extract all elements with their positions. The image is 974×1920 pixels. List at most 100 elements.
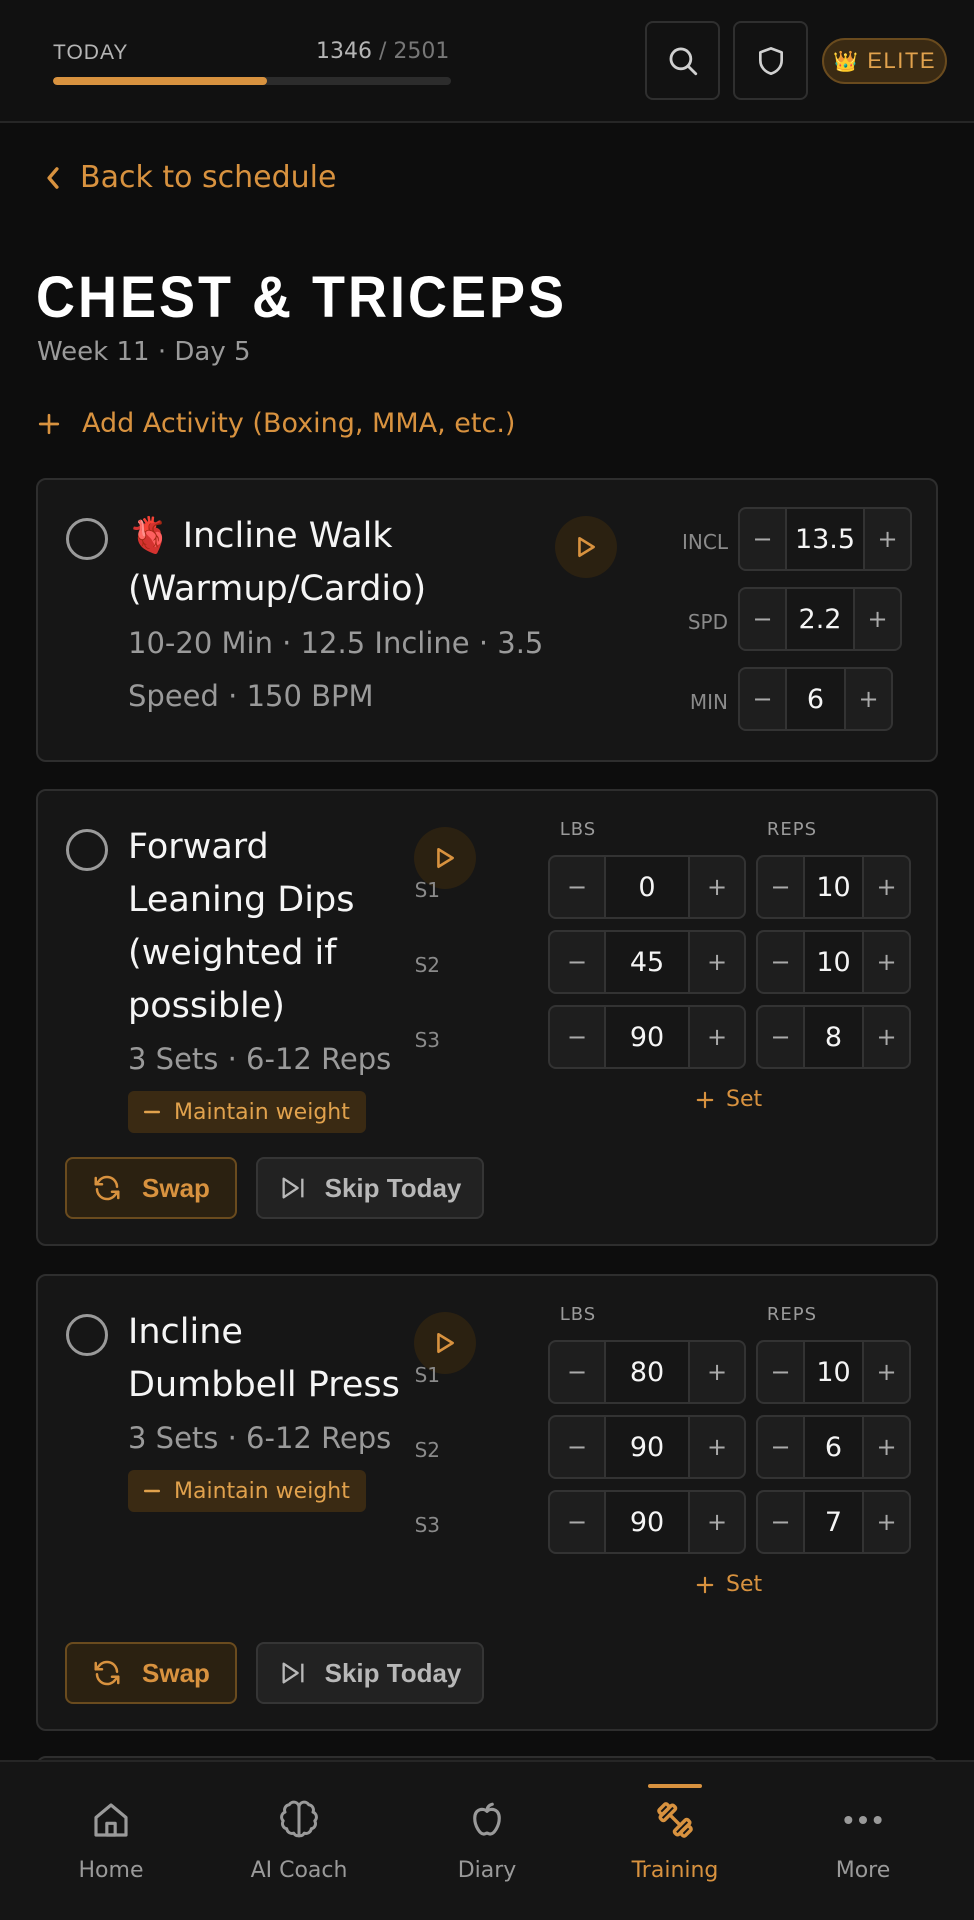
decrement-button[interactable]: − [550,1007,604,1067]
increment-button[interactable]: + [690,1342,744,1402]
set-label: S1 [414,878,440,902]
skip-forward-icon [282,1177,304,1199]
crown-icon: 👑 [832,50,860,73]
stepper-value[interactable]: 90 [604,1492,690,1552]
swap-icon [94,1660,120,1686]
exercise-card-incline-walk: 🫀 Incline Walk (Warmup/Cardio) 10-20 Min… [36,478,938,762]
decrement-button[interactable]: − [758,857,803,917]
exercise-meta: 10-20 Min · 12.5 Incline · 3.5 [128,626,544,660]
exercise-name-line: Dumbbell Press [128,1365,400,1405]
decrement-button[interactable]: − [550,857,604,917]
decrement-button[interactable]: − [758,1492,803,1552]
elite-badge[interactable]: 👑 ELITE [822,38,947,84]
increment-button[interactable]: + [864,857,909,917]
decrement-button[interactable]: − [740,509,785,569]
decrement-button[interactable]: − [740,669,785,729]
skip-today-button[interactable]: Skip Today [256,1642,484,1704]
search-button[interactable] [645,21,720,100]
stepper-value[interactable]: 13.5 [785,509,865,569]
today-label: TODAY [53,41,129,64]
stepper-value[interactable]: 80 [604,1342,690,1402]
decrement-button[interactable]: − [550,932,604,992]
swap-button[interactable]: Swap [65,1157,237,1219]
set-label: S3 [414,1028,440,1052]
incline-stepper: − 13.5 + [738,507,912,571]
plus-icon [38,413,60,434]
decrement-button[interactable]: − [758,932,803,992]
back-to-schedule-link[interactable]: Back to schedule [44,160,336,195]
increment-button[interactable]: + [865,509,910,569]
add-set-button[interactable]: Set [696,1087,762,1112]
nav-ai-coach[interactable]: AI Coach [224,1762,374,1920]
calorie-counter: 1346 / 2501 [316,39,449,64]
increment-button[interactable]: + [864,932,909,992]
set-label: S1 [414,1363,440,1387]
stepper-value[interactable]: 6 [803,1417,864,1477]
privacy-shield-button[interactable] [733,21,808,100]
search-icon [669,47,697,75]
decrement-button[interactable]: − [758,1007,803,1067]
calories-current: 1346 [316,39,372,64]
decrement-button[interactable]: − [758,1417,803,1477]
increment-button[interactable]: + [864,1342,909,1402]
decrement-button[interactable]: − [550,1417,604,1477]
minutes-stepper: − 6 + [738,667,893,731]
increment-button[interactable]: + [690,1007,744,1067]
increment-button[interactable]: + [855,589,900,649]
exercise-card-incline-dumbbell-press: Incline Dumbbell Press 3 Sets · 6-12 Rep… [36,1274,938,1731]
complete-checkbox[interactable] [66,1314,108,1356]
home-icon [94,1803,128,1837]
add-set-button[interactable]: Set [696,1572,762,1597]
stepper-value[interactable]: 0 [604,857,690,917]
decrement-button[interactable]: − [550,1492,604,1552]
stepper-value[interactable]: 2.2 [785,589,855,649]
skip-today-button[interactable]: Skip Today [256,1157,484,1219]
increment-button[interactable]: + [864,1492,909,1552]
elite-label: ELITE [867,48,937,73]
increment-button[interactable]: + [690,1492,744,1552]
increment-button[interactable]: + [690,857,744,917]
increment-button[interactable]: + [690,932,744,992]
stepper-value[interactable]: 7 [803,1492,864,1552]
exercise-meta: Speed · 150 BPM [128,679,374,713]
stepper-value[interactable]: 90 [604,1417,690,1477]
stepper-value[interactable]: 45 [604,932,690,992]
complete-checkbox[interactable] [66,829,108,871]
stepper-value[interactable]: 10 [803,857,864,917]
weight-stepper: − 90 + [548,1415,746,1479]
swap-button[interactable]: Swap [65,1642,237,1704]
decrement-button[interactable]: − [758,1342,803,1402]
complete-checkbox[interactable] [66,518,108,560]
play-video-button[interactable] [555,516,617,578]
exercise-name-line: (weighted if [128,933,337,973]
stepper-value[interactable]: 10 [803,1342,864,1402]
set-label: S2 [414,953,440,977]
active-indicator [648,1784,702,1788]
stepper-value[interactable]: 6 [785,669,846,729]
decrement-button[interactable]: − [550,1342,604,1402]
increment-button[interactable]: + [864,1417,909,1477]
param-label: MIN [689,690,728,714]
nav-more[interactable]: More [788,1762,938,1920]
decrement-button[interactable]: − [740,589,785,649]
add-activity-button[interactable]: Add Activity (Boxing, MMA, etc.) [38,408,515,439]
skip-forward-icon [282,1662,304,1684]
nav-label: AI Coach [250,1858,348,1883]
stepper-value[interactable]: 10 [803,932,864,992]
exercise-name-line: possible) [128,986,285,1026]
nav-label: More [835,1858,891,1883]
swap-label: Swap [142,1657,210,1688]
nav-training[interactable]: Training [600,1762,750,1920]
top-bar: TODAY 1346 / 2501 👑 ELITE [0,0,974,123]
stepper-value[interactable]: 90 [604,1007,690,1067]
nav-diary[interactable]: Diary [412,1762,562,1920]
progression-chip: Maintain weight [128,1470,366,1512]
brain-icon [280,1800,318,1838]
increment-button[interactable]: + [864,1007,909,1067]
nav-home[interactable]: Home [36,1762,186,1920]
increment-button[interactable]: + [846,669,891,729]
calories-goal: / 2501 [379,39,450,64]
set-label: S2 [414,1438,440,1462]
stepper-value[interactable]: 8 [803,1007,864,1067]
increment-button[interactable]: + [690,1417,744,1477]
